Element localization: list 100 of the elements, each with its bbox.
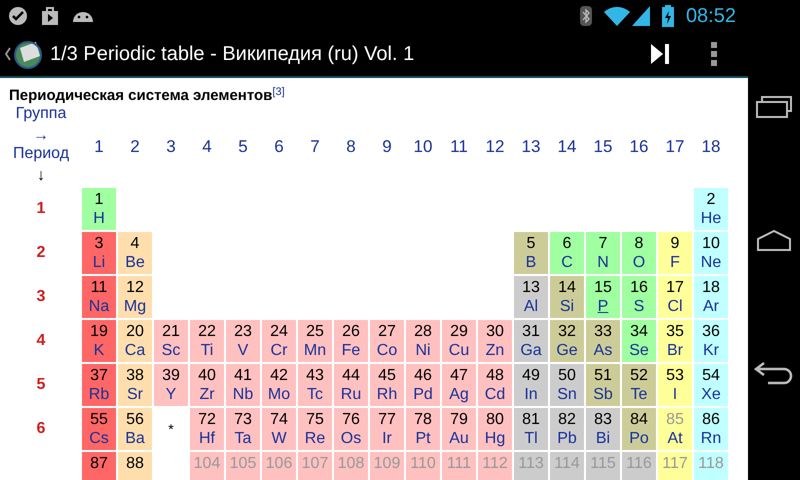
element-symbol[interactable]: Ca: [124, 341, 146, 360]
atomic-number: 24: [270, 322, 288, 341]
element-symbol[interactable]: Cd: [484, 385, 506, 404]
element-symbol[interactable]: Cl: [667, 297, 683, 316]
element-symbol[interactable]: Ne: [700, 253, 722, 272]
atomic-number: 35: [666, 322, 684, 341]
element-symbol[interactable]: Zn: [486, 341, 504, 360]
element-symbol[interactable]: C: [561, 253, 573, 272]
element-symbol[interactable]: In: [524, 385, 538, 404]
element-symbol[interactable]: As: [594, 341, 612, 360]
element-symbol[interactable]: Nb: [232, 385, 254, 404]
element-symbol[interactable]: Se: [629, 341, 649, 360]
atomic-number: 13: [522, 278, 540, 297]
element-symbol[interactable]: Kr: [703, 341, 719, 360]
atomic-number: 79: [450, 410, 468, 429]
element-symbol[interactable]: Co: [376, 341, 398, 360]
atomic-number: 7: [598, 234, 608, 253]
element-symbol[interactable]: P: [598, 297, 608, 316]
element-symbol[interactable]: Ag: [449, 385, 469, 404]
element-symbol[interactable]: Zr: [199, 385, 215, 404]
element-symbol[interactable]: Au: [449, 429, 469, 448]
element-symbol[interactable]: Ga: [520, 341, 542, 360]
element-symbol[interactable]: K: [94, 341, 104, 360]
group-number: 9: [382, 136, 392, 156]
element-symbol[interactable]: Ni: [415, 341, 431, 360]
element-symbol[interactable]: He: [700, 209, 722, 228]
group-number: 3: [166, 136, 176, 156]
element-symbol[interactable]: V: [238, 341, 248, 360]
atomic-number: 34: [630, 322, 648, 341]
app-up-button[interactable]: [4, 38, 44, 70]
atomic-number: 78: [414, 410, 432, 429]
arrow-right-symbol: →: [33, 126, 49, 144]
element-symbol[interactable]: Ir: [382, 429, 392, 448]
element-symbol[interactable]: Bi: [596, 429, 610, 448]
element-symbol[interactable]: Rh: [376, 385, 398, 404]
element-symbol[interactable]: Mg: [124, 297, 146, 316]
element-symbol[interactable]: Hg: [484, 429, 506, 448]
element-symbol[interactable]: Re: [304, 429, 326, 448]
atomic-number: 25: [306, 322, 324, 341]
period-number: 2: [36, 243, 46, 263]
element-symbol[interactable]: Pb: [557, 429, 577, 448]
element-symbol[interactable]: Br: [667, 341, 683, 360]
element-symbol[interactable]: Rn: [700, 429, 722, 448]
group-number: 16: [630, 136, 648, 156]
element-symbol[interactable]: O: [632, 253, 646, 272]
atomic-number: 83: [594, 410, 612, 429]
element-symbol[interactable]: Tc: [307, 385, 323, 404]
element-symbol[interactable]: B: [526, 253, 536, 272]
element-symbol[interactable]: N: [597, 253, 609, 272]
element-symbol[interactable]: Sc: [162, 341, 180, 360]
element-symbol[interactable]: Te: [630, 385, 648, 404]
element-symbol[interactable]: Si: [560, 297, 574, 316]
element-symbol[interactable]: Cr: [270, 341, 288, 360]
element-symbol[interactable]: Rb: [88, 385, 110, 404]
element-symbol[interactable]: Sn: [557, 385, 577, 404]
element-symbol[interactable]: Li: [92, 253, 106, 272]
atomic-number: 117: [662, 454, 688, 473]
atomic-number: 4: [130, 234, 140, 253]
element-symbol[interactable]: Sb: [593, 385, 613, 404]
element-symbol[interactable]: S: [634, 297, 644, 316]
element-symbol[interactable]: Ar: [703, 297, 719, 316]
element-symbol[interactable]: Pd: [413, 385, 433, 404]
element-symbol[interactable]: Mn: [304, 341, 326, 360]
element-symbol[interactable]: Po: [629, 429, 649, 448]
element-symbol[interactable]: Ta: [234, 429, 252, 448]
element-symbol[interactable]: Ti: [200, 341, 214, 360]
clock-time: 08:52: [686, 4, 736, 29]
atomic-number: 26: [342, 322, 360, 341]
element-symbol[interactable]: I: [672, 385, 678, 404]
element-symbol[interactable]: Mo: [268, 385, 290, 404]
element-symbol[interactable]: Fe: [342, 341, 360, 360]
element-symbol[interactable]: Cu: [448, 341, 470, 360]
element-symbol[interactable]: F: [670, 253, 680, 272]
element-symbol[interactable]: Al: [524, 297, 538, 316]
element-symbol[interactable]: At: [667, 429, 683, 448]
element-symbol[interactable]: Hf: [199, 429, 215, 448]
group-number: 5: [238, 136, 248, 156]
group-number: 10: [414, 136, 432, 156]
element-symbol[interactable]: Cs: [89, 429, 109, 448]
period-number: 6: [36, 419, 46, 439]
element-symbol[interactable]: Ru: [340, 385, 362, 404]
atomic-number: 84: [630, 410, 648, 429]
element-symbol[interactable]: Na: [88, 297, 110, 316]
element-symbol[interactable]: Tl: [524, 429, 538, 448]
element-symbol[interactable]: H: [93, 209, 105, 228]
element-symbol[interactable]: W: [271, 429, 287, 448]
element-symbol[interactable]: Ge: [556, 341, 578, 360]
globe-icon: [12, 38, 44, 70]
atomic-number: 33: [594, 322, 612, 341]
element-symbol[interactable]: Y: [166, 385, 176, 404]
element-symbol[interactable]: Be: [125, 253, 145, 272]
element-symbol[interactable]: Sr: [127, 385, 143, 404]
atomic-number: 32: [558, 322, 576, 341]
element-symbol[interactable]: Xe: [701, 385, 721, 404]
atomic-number: 54: [702, 366, 720, 385]
element-symbol[interactable]: Pt: [415, 429, 431, 448]
menu-icon: [710, 42, 718, 66]
element-symbol[interactable]: Os: [340, 429, 362, 448]
element-symbol[interactable]: Ba: [125, 429, 145, 448]
article-heading: Периодическая система элементов$^{[3]}$: [9, 87, 285, 104]
